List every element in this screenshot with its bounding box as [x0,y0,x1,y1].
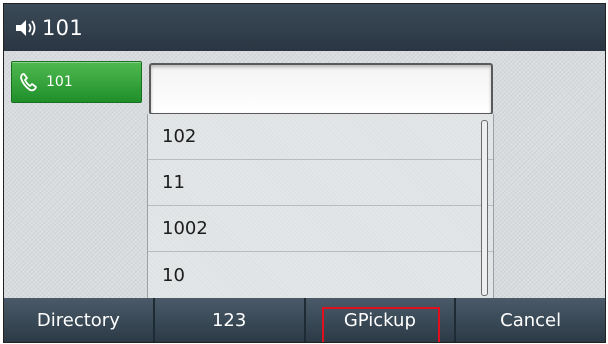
scrollbar[interactable] [481,120,488,296]
list-item[interactable]: 102 [148,114,493,160]
line-key-101[interactable]: 101 [11,61,142,103]
title-bar: 101 [4,4,605,51]
123-softkey[interactable]: 123 [154,298,304,342]
suggestion-list: 102 11 1002 10 [147,114,494,299]
directory-softkey[interactable]: Directory [4,298,153,342]
phone-screen: 101 101 102 11 1002 10 Directory 123 GPi… [3,3,606,343]
speaker-icon [14,16,38,40]
title-text: 101 [42,15,83,40]
list-item[interactable]: 1002 [148,206,493,252]
list-item[interactable]: 10 [148,252,493,298]
gpickup-softkey[interactable]: GPickup [305,298,455,342]
phone-icon [18,71,40,93]
list-item[interactable]: 11 [148,160,493,206]
cancel-softkey[interactable]: Cancel [456,298,605,342]
line-key-label: 101 [46,74,73,90]
number-input[interactable] [149,63,493,115]
softkey-bar: Directory 123 GPickup Cancel [4,298,605,342]
